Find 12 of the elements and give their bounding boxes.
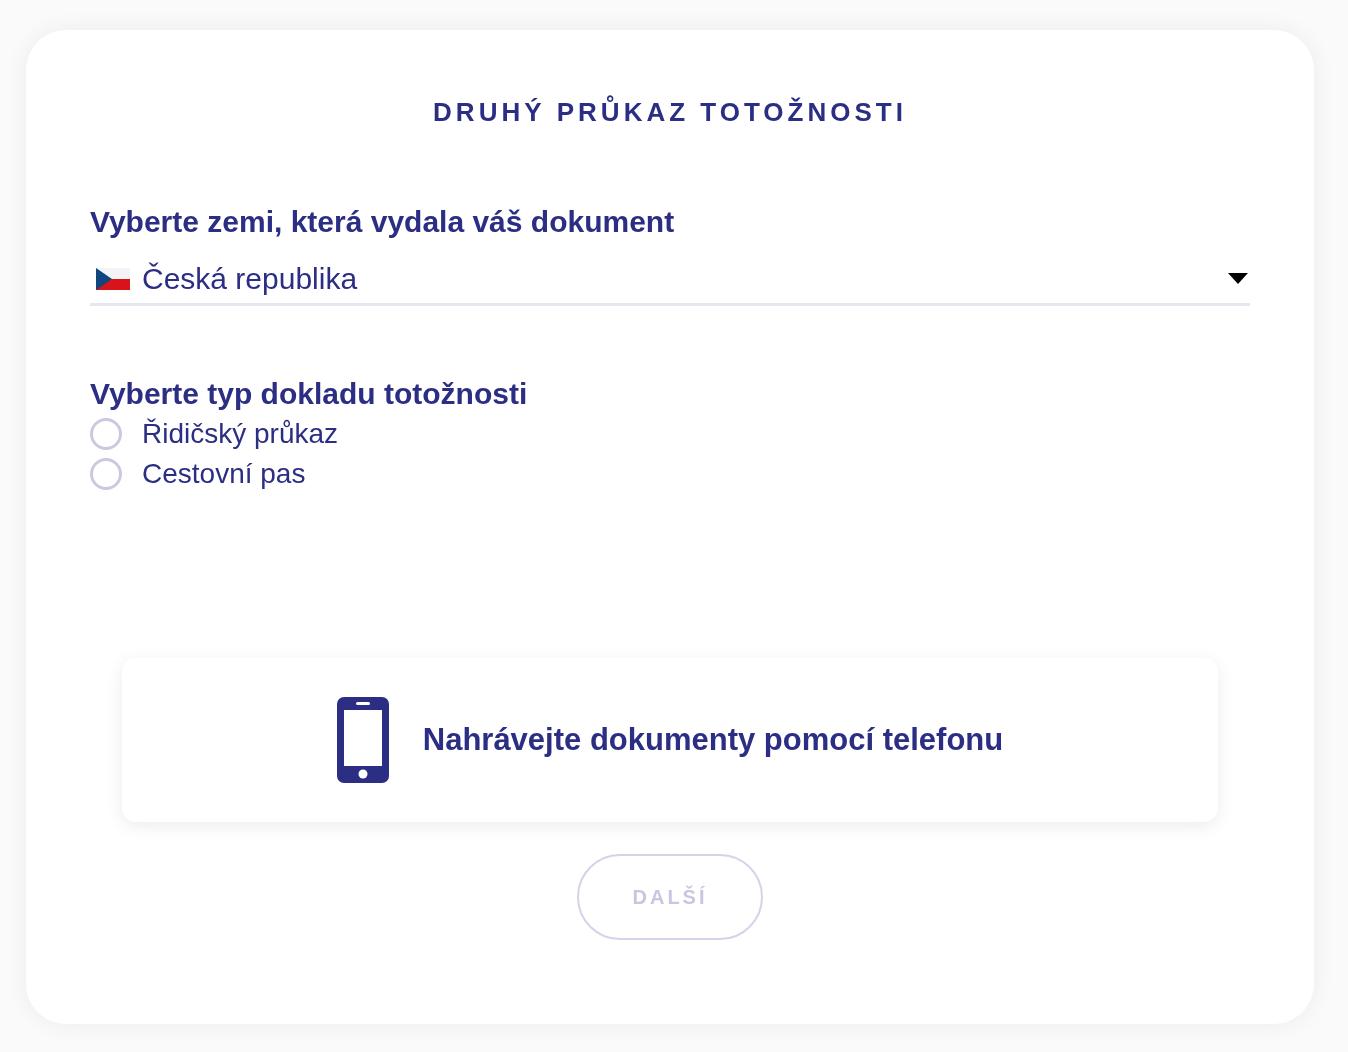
- field-label: Vyberte zemi, která vydala váš dokument: [90, 204, 676, 240]
- radio-button[interactable]: [90, 458, 122, 490]
- radio-button[interactable]: [90, 418, 122, 450]
- radio-option[interactable]: Řidičský průkaz: [90, 414, 339, 454]
- field-label: Vyberte typ dokladu totožnosti: [90, 376, 529, 412]
- flag-icon: [96, 267, 130, 290]
- phone-upload-button[interactable]: Nahrávejte dokumenty pomocí telefonu: [122, 658, 1218, 822]
- country-select[interactable]: Česká republika: [90, 250, 1250, 306]
- caret-icon: [1228, 272, 1248, 285]
- phone-icon: [336, 697, 389, 783]
- radio-option[interactable]: Cestovní pas: [90, 454, 306, 494]
- form-title: DRUHÝ PRŮKAZ TOTOŽNOSTI: [432, 94, 908, 129]
